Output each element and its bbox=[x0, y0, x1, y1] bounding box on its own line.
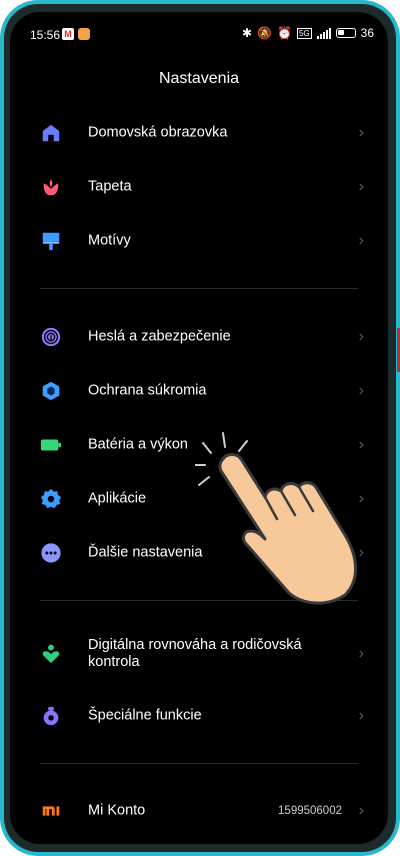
settings-item-label: Digitálna rovnováha a rodičovská kontrol… bbox=[88, 637, 302, 670]
settings-item-passwords-security[interactable]: Heslá a zabezpečenie › bbox=[10, 311, 388, 363]
settings-item-themes[interactable]: Motívy › bbox=[10, 215, 388, 267]
chevron-right-icon: › bbox=[358, 645, 364, 662]
settings-item-wallpaper[interactable]: Tapeta › bbox=[10, 161, 388, 213]
app-notification-icon bbox=[78, 28, 90, 40]
parental-icon bbox=[42, 644, 60, 664]
alarm-icon: ⏰ bbox=[277, 26, 292, 40]
status-bar: 15:56 M ✱ 🔕 ⏰ 5G 36 bbox=[10, 12, 388, 56]
settings-item-digital-wellbeing[interactable]: Digitálna rovnováha a rodičovská kontrol… bbox=[10, 628, 388, 680]
network-type-icon: 5G bbox=[296, 27, 312, 39]
section-divider bbox=[40, 288, 358, 289]
chevron-right-icon: › bbox=[358, 382, 364, 399]
status-time: 15:56 bbox=[30, 28, 61, 42]
settings-item-label: Heslá a zabezpečenie bbox=[88, 328, 231, 345]
settings-item-label: Špeciálne funkcie bbox=[88, 707, 202, 724]
settings-item-label: Tapeta bbox=[88, 178, 132, 195]
bluetooth-icon: ✱ bbox=[242, 26, 253, 40]
flower-icon bbox=[43, 179, 59, 196]
section-divider bbox=[40, 763, 358, 764]
settings-item-label: Domovská obrazovka bbox=[88, 124, 228, 141]
signal-icon bbox=[316, 27, 331, 39]
special-features-icon bbox=[43, 706, 59, 726]
mute-bell-icon: 🔕 bbox=[257, 26, 273, 40]
settings-item-label: Motívy bbox=[88, 232, 131, 249]
battery-percent: 36 bbox=[360, 26, 374, 40]
mi-logo-icon bbox=[42, 806, 60, 816]
gear-icon bbox=[40, 488, 62, 509]
page-title: Nastavenia bbox=[158, 70, 240, 87]
phone-frame: 15:56 M ✱ 🔕 ⏰ 5G 36 Nastavenia Domovská … bbox=[0, 0, 400, 856]
chevron-right-icon: › bbox=[358, 124, 364, 141]
tap-gesture-hand-icon bbox=[195, 432, 358, 605]
fingerprint-icon bbox=[41, 327, 61, 347]
chevron-right-icon: › bbox=[358, 802, 364, 819]
chevron-right-icon: › bbox=[358, 232, 364, 249]
home-icon bbox=[42, 124, 60, 142]
brush-icon bbox=[42, 232, 60, 251]
screen: 15:56 M ✱ 🔕 ⏰ 5G 36 Nastavenia Domovská … bbox=[10, 12, 388, 844]
battery-status-icon bbox=[335, 28, 356, 38]
settings-item-home-screen[interactable]: Domovská obrazovka › bbox=[10, 107, 388, 159]
settings-item-privacy[interactable]: Ochrana súkromia › bbox=[10, 365, 388, 417]
gmail-notification-icon: M bbox=[62, 28, 74, 40]
chevron-right-icon: › bbox=[358, 328, 364, 345]
privacy-icon bbox=[42, 381, 60, 401]
battery-icon bbox=[40, 439, 62, 451]
more-icon bbox=[41, 543, 61, 563]
settings-item-mi-account[interactable]: Mi Konto 1599506002 › bbox=[10, 785, 388, 837]
settings-item-label: Ochrana súkromia bbox=[88, 382, 207, 399]
account-id: 1599506002 bbox=[278, 805, 342, 817]
chevron-right-icon: › bbox=[358, 707, 364, 724]
status-icons: ✱ 🔕 ⏰ 5G 36 bbox=[242, 26, 374, 40]
chevron-right-icon: › bbox=[358, 178, 364, 195]
settings-item-special-features[interactable]: Špeciálne funkcie › bbox=[10, 690, 388, 742]
